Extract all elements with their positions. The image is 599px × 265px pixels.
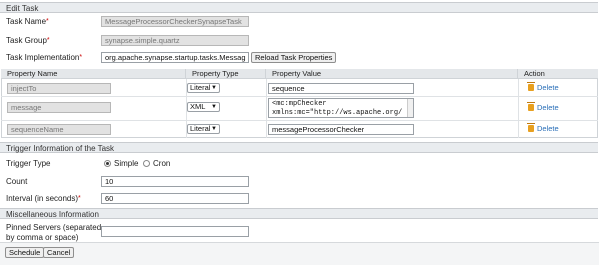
trigger-cron-radio[interactable] xyxy=(143,160,150,167)
delete-property-link[interactable]: Delete xyxy=(527,82,559,93)
property-type-select[interactable]: XML ▼ xyxy=(187,102,220,112)
task-group-label: Task Group* xyxy=(6,36,50,45)
dropdown-arrow-icon: ▼ xyxy=(211,126,217,132)
interval-input[interactable]: 60 xyxy=(101,193,249,204)
schedule-button[interactable]: Schedule xyxy=(5,247,45,258)
trigger-simple-label: Simple xyxy=(114,159,139,168)
footer-bar xyxy=(0,242,599,265)
property-type-select[interactable]: Literal ▼ xyxy=(187,83,220,93)
trigger-cron-label: Cron xyxy=(153,159,171,168)
trigger-simple-radio[interactable] xyxy=(104,160,111,167)
task-name-label: Task Name* xyxy=(6,17,49,26)
column-header-action: Action xyxy=(518,69,598,79)
delete-property-link[interactable]: Delete xyxy=(527,102,559,113)
property-name-input[interactable]: sequenceName xyxy=(7,124,111,135)
edit-task-header: Edit Task xyxy=(0,2,598,13)
count-input[interactable]: 10 xyxy=(101,176,249,187)
column-divider xyxy=(518,79,519,138)
property-type-select[interactable]: Literal ▼ xyxy=(187,124,220,134)
property-name-input[interactable]: message xyxy=(7,102,111,113)
task-name-input[interactable]: MessageProcessorCheckerSynapseTask xyxy=(101,16,249,27)
count-label: Count xyxy=(6,177,28,186)
property-value-textarea[interactable]: <mc:mpChecker xmlns:mc="http://ws.apache… xyxy=(268,98,414,118)
dropdown-arrow-icon: ▼ xyxy=(211,85,217,91)
trigger-type-label: Trigger Type xyxy=(6,159,51,168)
property-name-input[interactable]: injectTo xyxy=(7,83,111,94)
task-implementation-label: Task Implementation* xyxy=(6,53,83,62)
dropdown-arrow-icon: ▼ xyxy=(211,104,217,110)
column-divider xyxy=(266,79,267,138)
delete-property-link[interactable]: Delete xyxy=(527,123,559,134)
trigger-info-header: Trigger Information of the Task xyxy=(0,142,598,153)
trash-icon xyxy=(527,123,535,132)
cancel-button[interactable]: Cancel xyxy=(43,247,75,258)
task-group-input[interactable]: synapse.simple.quartz xyxy=(101,35,249,46)
column-header-property-type: Property Type xyxy=(186,69,266,79)
pinned-servers-input[interactable] xyxy=(101,226,249,237)
property-value-input[interactable]: sequence xyxy=(268,83,414,94)
task-implementation-input[interactable]: org.apache.synapse.startup.tasks.Messag xyxy=(101,52,249,63)
textarea-scrollbar[interactable] xyxy=(407,99,413,117)
row-divider xyxy=(1,96,598,97)
column-header-property-value: Property Value xyxy=(266,69,518,79)
misc-info-header: Miscellaneous Information xyxy=(0,208,598,219)
property-value-input[interactable]: messageProcessorChecker xyxy=(268,124,414,135)
interval-label: Interval (in seconds)* xyxy=(6,194,81,203)
row-divider xyxy=(1,120,598,121)
pinned-servers-label: Pinned Servers (separated by comma or spa… xyxy=(6,223,102,242)
column-header-property-name: Property Name xyxy=(1,69,186,79)
trash-icon xyxy=(527,102,535,111)
reload-task-properties-button[interactable]: Reload Task Properties xyxy=(251,52,337,63)
trash-icon xyxy=(527,82,535,91)
